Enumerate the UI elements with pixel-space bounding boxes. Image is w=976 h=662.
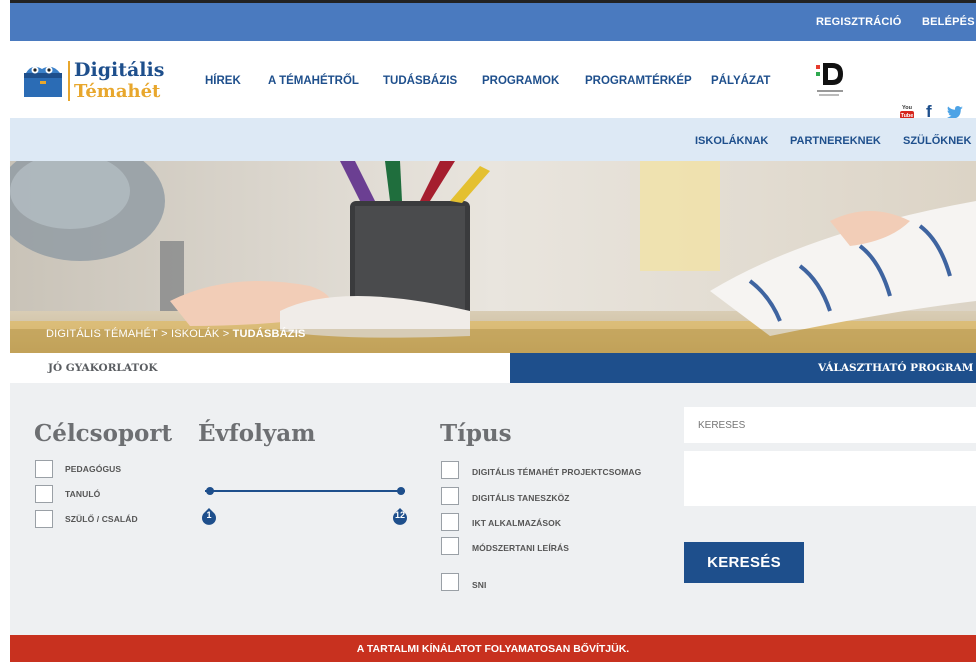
breadcrumb-item-iskolak[interactable]: ISKOLÁK <box>171 328 219 340</box>
hero-photo <box>10 161 976 353</box>
youtube-icon[interactable]: You Tube <box>900 103 914 119</box>
logo-divider <box>68 61 70 101</box>
checkbox-ikt-alkalmazasok[interactable] <box>441 513 459 531</box>
grade-slider-max-handle[interactable] <box>397 487 405 495</box>
notice-text: A TARTALMI KÍNÁLATOT FOLYAMATOSAN BŐVÍTJ… <box>356 643 630 655</box>
celcsoport-heading: Célcsoport <box>34 420 173 447</box>
site-logo[interactable]: Digitális Témahét <box>22 55 172 105</box>
nav-item-programterkep[interactable]: PROGRAMTÉRKÉP <box>585 75 692 87</box>
checkbox-modszertani-leiras[interactable] <box>441 537 459 555</box>
page: REGISZTRÁCIÓ BELÉPÉS Digitális Témahét H… <box>0 0 976 662</box>
checkbox-pedagogus[interactable] <box>35 460 53 478</box>
subnav-item-iskolaknak[interactable]: ISKOLÁKNAK <box>695 135 768 147</box>
page-content: REGISZTRÁCIÓ BELÉPÉS Digitális Témahét H… <box>10 3 976 662</box>
breadcrumb: DIGITÁLIS TÉMAHÉT > ISKOLÁK > TUDÁSBÁZIS <box>46 328 305 340</box>
checkbox-label: SNI <box>472 580 487 590</box>
checkbox-label: IKT ALKALMAZÁSOK <box>472 518 562 528</box>
audience-subnav: ISKOLÁKNAK PARTNEREKNEK SZÜLŐKNEK <box>10 118 976 161</box>
grade-max-value: 12 <box>394 510 405 520</box>
top-utility-bar: REGISZTRÁCIÓ BELÉPÉS <box>10 3 976 41</box>
main-header: Digitális Témahét HÍREK A TÉMAHÉTRŐL TUD… <box>10 41 976 121</box>
checkbox-label: DIGITÁLIS TÉMAHÉT PROJEKTCSOMAG <box>472 467 642 477</box>
search-button[interactable]: KERESÉS <box>684 542 804 583</box>
search-filters: Célcsoport PEDAGÓGUS TANULÓ SZÜLŐ / CSAL… <box>10 383 976 635</box>
grade-slider-min-handle[interactable] <box>206 487 214 495</box>
tipus-heading: Típus <box>440 420 512 447</box>
tab-label: VÁLASZTHATÓ PROGRAM <box>818 362 974 374</box>
breadcrumb-separator: > <box>222 328 230 340</box>
logo-text-line1: Digitális <box>74 59 165 81</box>
logo-text-line2: Témahét <box>74 81 161 102</box>
breadcrumb-item-digitalis-temahet[interactable]: DIGITÁLIS TÉMAHÉT <box>46 328 158 340</box>
dj-program-icon <box>816 63 843 96</box>
digitalis-jolet-logo[interactable] <box>813 59 847 101</box>
register-link[interactable]: REGISZTRÁCIÓ <box>816 16 902 28</box>
checkbox-taneszkoz[interactable] <box>441 487 459 505</box>
breadcrumb-separator: > <box>161 328 168 340</box>
login-link[interactable]: BELÉPÉS <box>922 16 975 28</box>
checkbox-szulo-csalad[interactable] <box>35 510 53 528</box>
subnav-item-szuloknek[interactable]: SZÜLŐKNEK <box>903 135 971 147</box>
checkbox-label: MÓDSZERTANI LEÍRÁS <box>472 543 570 553</box>
checkbox-label: SZÜLŐ / CSALÁD <box>65 514 138 524</box>
evfolyam-heading: Évfolyam <box>198 420 316 447</box>
notice-bar: A TARTALMI KÍNÁLATOT FOLYAMATOSAN BŐVÍTJ… <box>10 635 976 662</box>
subnav-item-partnereknek[interactable]: PARTNEREKNEK <box>790 135 881 147</box>
tab-valaszthato-program[interactable]: VÁLASZTHATÓ PROGRAM <box>510 353 976 383</box>
svg-text:You: You <box>902 105 912 111</box>
grade-slider-track[interactable] <box>205 490 405 492</box>
nav-item-programok[interactable]: PROGRAMOK <box>482 75 559 87</box>
checkbox-sni[interactable] <box>441 573 459 591</box>
nav-item-tudasbazis[interactable]: TUDÁSBÁZIS <box>383 75 457 87</box>
grade-min-marker: 1 <box>201 508 217 526</box>
nav-item-hirek[interactable]: HÍREK <box>205 75 241 87</box>
search-input[interactable] <box>684 407 976 443</box>
content-tabs: JÓ GYAKORLATOK VÁLASZTHATÓ PROGRAM <box>10 353 976 383</box>
owl-box-icon <box>24 66 62 97</box>
tab-jo-gyakorlatok[interactable]: JÓ GYAKORLATOK <box>10 353 510 383</box>
nav-item-a-temahetrol[interactable]: A TÉMAHÉTRŐL <box>268 75 359 87</box>
left-margin <box>0 0 10 662</box>
checkbox-projektcsomag[interactable] <box>441 461 459 479</box>
checkbox-label: PEDAGÓGUS <box>65 464 122 474</box>
search-extra-field[interactable] <box>684 451 976 506</box>
grade-max-marker: 12 <box>392 508 408 526</box>
nav-item-palyazat[interactable]: PÁLYÁZAT <box>711 75 770 87</box>
checkbox-label: DIGITÁLIS TANESZKÖZ <box>472 493 570 503</box>
checkbox-tanulo[interactable] <box>35 485 53 503</box>
breadcrumb-current: TUDÁSBÁZIS <box>232 328 306 340</box>
hero-banner <box>10 161 976 353</box>
checkbox-label: TANULÓ <box>65 489 101 499</box>
grade-min-value: 1 <box>206 510 212 520</box>
tab-label: JÓ GYAKORLATOK <box>48 362 158 374</box>
